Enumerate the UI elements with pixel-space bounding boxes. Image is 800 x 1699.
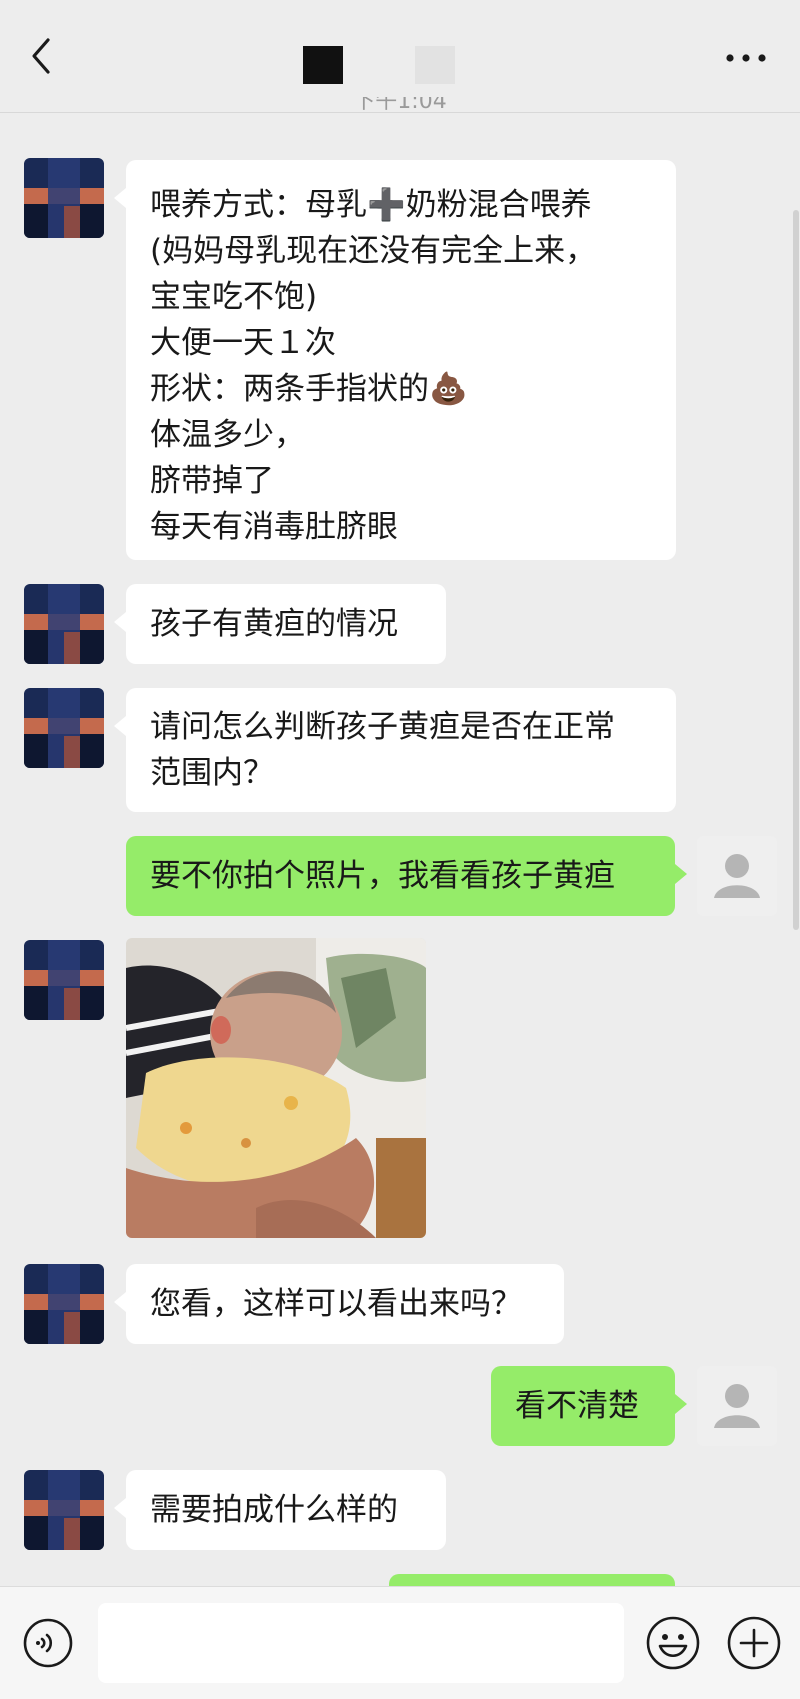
voice-icon[interactable] <box>22 1617 74 1669</box>
chevron-left-icon[interactable] <box>26 34 66 78</box>
my-avatar[interactable] <box>697 836 777 916</box>
contact-avatar[interactable] <box>24 1264 104 1344</box>
message-text: 范围内？ <box>150 755 274 791</box>
contact-avatar[interactable] <box>24 1470 104 1550</box>
message-text: 体温多少， <box>150 417 305 453</box>
message-text: 请问怎么判断孩子黄疸是否在正常 <box>150 709 615 745</box>
message-timestamp: 下午1:04 <box>353 97 447 114</box>
more-dots-icon[interactable] <box>722 40 770 76</box>
message-bubble-incoming[interactable]: 您看，这样可以看出来吗？ <box>114 1264 564 1344</box>
emoji-icon[interactable] <box>645 1615 701 1671</box>
message-text: 宝宝吃不饱) <box>150 279 318 315</box>
message-bubble-incoming[interactable]: 喂养方式：母乳➕奶粉混合喂养 (妈妈母乳现在还没有完全上来， 宝宝吃不饱) 大便… <box>114 160 676 560</box>
message-bubble-outgoing[interactable]: 看不清楚 <box>491 1366 687 1446</box>
input-toolbar <box>0 1586 800 1699</box>
message-text: 孩子有黄疸的情况 <box>150 606 398 642</box>
message-text: 看不清楚 <box>515 1388 639 1424</box>
plus-icon[interactable] <box>726 1615 782 1671</box>
message-text: 喂养方式：母乳➕奶粉混合喂养 <box>150 187 592 223</box>
contact-avatar[interactable] <box>24 940 104 1020</box>
message-text: 您看，这样可以看出来吗？ <box>150 1286 522 1322</box>
message-text: 每天有消毒肚脐眼 <box>150 509 398 545</box>
contact-avatar[interactable] <box>24 158 104 238</box>
message-bubble-incoming[interactable]: 需要拍成什么样的 <box>114 1470 446 1550</box>
my-avatar[interactable] <box>697 1366 777 1446</box>
message-text: 要不你拍个照片，我看看孩子黄疸 <box>150 858 615 894</box>
message-bubble-incoming[interactable]: 请问怎么判断孩子黄疸是否在正常 范围内？ <box>114 688 676 812</box>
message-input[interactable] <box>98 1603 624 1683</box>
contact-name-redacted <box>303 46 343 84</box>
contact-avatar[interactable] <box>24 688 104 768</box>
message-text: 脐带掉了 <box>150 463 274 499</box>
photo-message[interactable] <box>126 938 426 1238</box>
message-text: 形状：两条手指状的💩 <box>150 371 468 407</box>
scrollbar[interactable] <box>793 210 799 930</box>
message-bubble-incoming[interactable]: 孩子有黄疸的情况 <box>114 584 446 664</box>
message-bubble-outgoing[interactable]: 要不你拍个照片，我看看孩子黄疸 <box>126 836 687 916</box>
contact-avatar[interactable] <box>24 584 104 664</box>
message-text: 大便一天１次 <box>150 325 336 361</box>
message-text: (妈妈母乳现在还没有完全上来， <box>150 233 597 269</box>
contact-name-redacted-2 <box>415 46 455 84</box>
message-text: 需要拍成什么样的 <box>150 1492 398 1528</box>
